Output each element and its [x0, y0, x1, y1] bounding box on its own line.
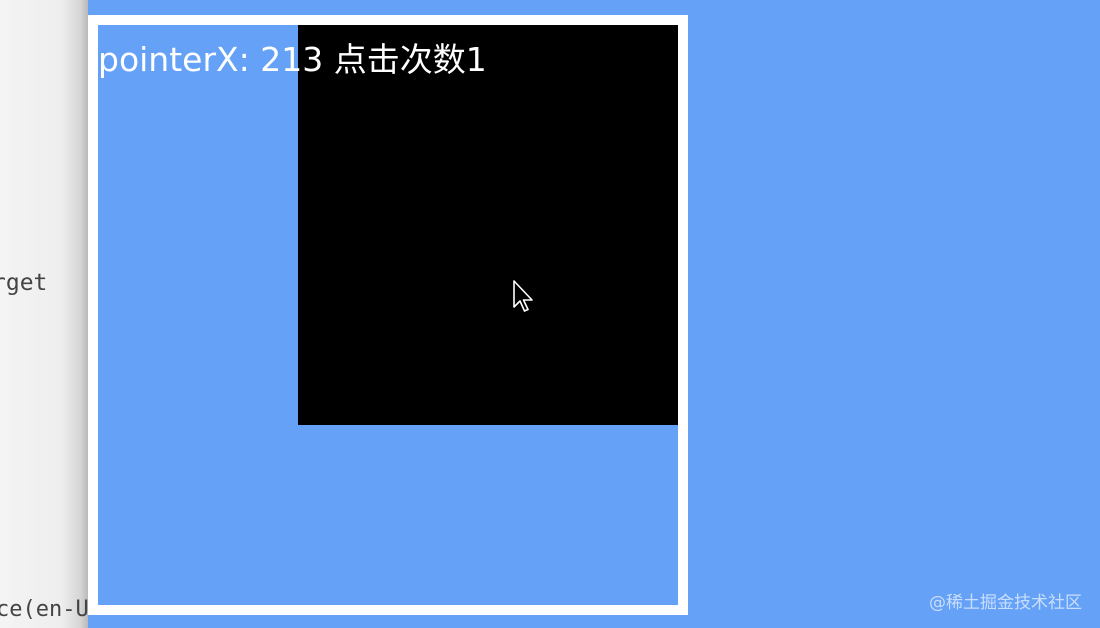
draggable-box[interactable]	[298, 25, 678, 425]
screen: rget ce(en-U pointerX: 213 点击次数1 @稀土掘金技术…	[0, 0, 1100, 628]
watermark: @稀土掘金技术社区	[929, 593, 1082, 613]
demo-container[interactable]: pointerX: 213 点击次数1	[88, 15, 688, 615]
code-editor-pane: rget ce(en-U	[0, 0, 88, 628]
code-text-fragment: ce(en-U	[0, 597, 88, 622]
code-text-fragment: rget	[0, 270, 48, 296]
pointer-click-readout: pointerX: 213 点击次数1	[98, 40, 487, 79]
mouse-cursor-icon	[513, 280, 533, 312]
